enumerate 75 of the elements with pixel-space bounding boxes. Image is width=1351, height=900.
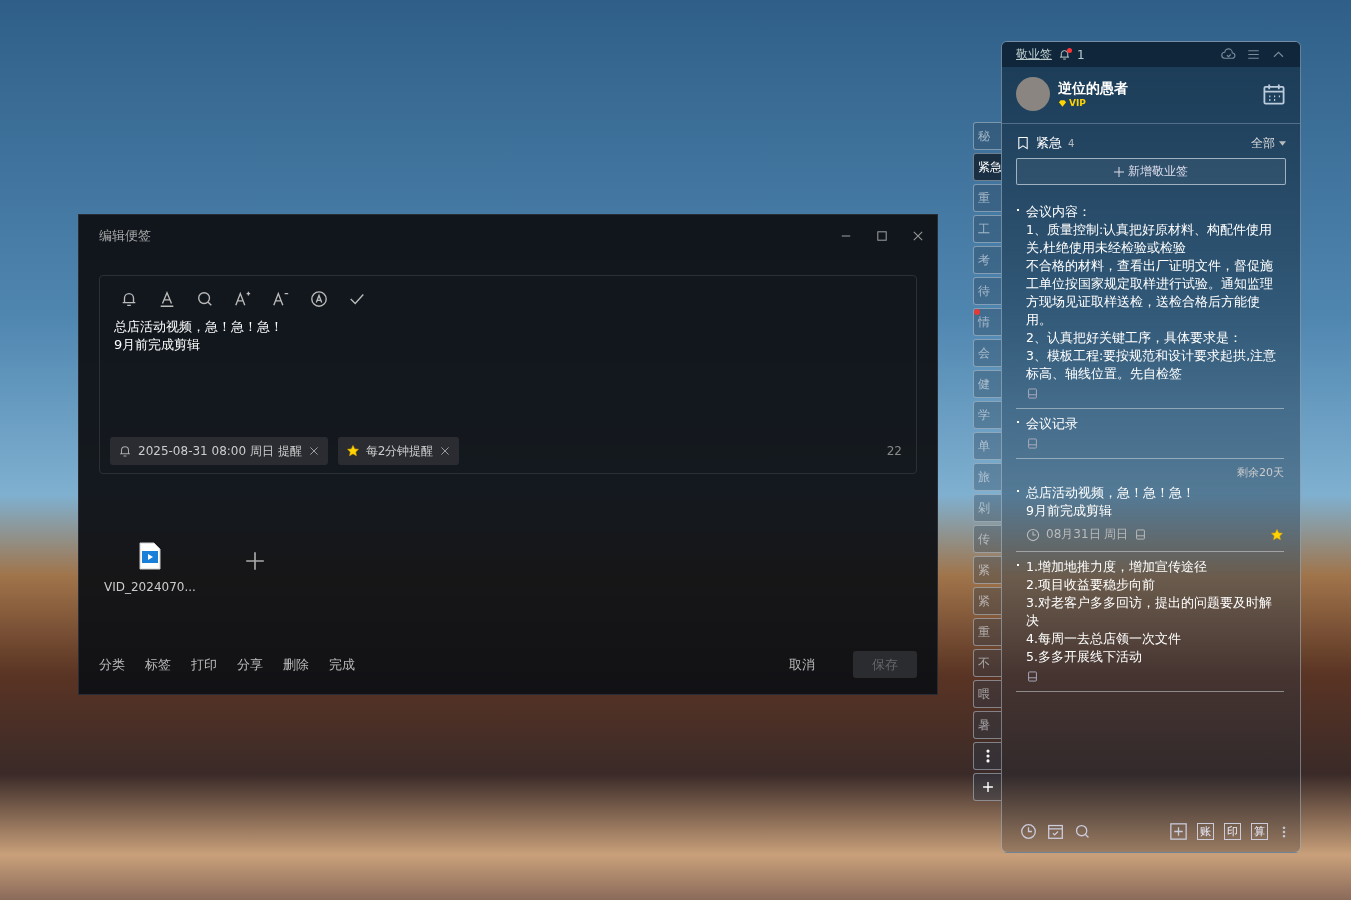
text-color-icon[interactable] xyxy=(158,290,176,308)
tool-button[interactable]: 算 xyxy=(1251,823,1268,840)
note-text[interactable]: 总店活动视频，急！急！急！ 9月前完成剪辑 xyxy=(1016,484,1284,520)
cancel-button[interactable]: 取消 xyxy=(789,655,815,674)
star-icon xyxy=(1270,527,1284,542)
star-icon xyxy=(345,444,360,458)
category-tab[interactable]: 工 xyxy=(973,215,1001,243)
action-link[interactable]: 分享 xyxy=(237,655,263,674)
calendar-check-icon[interactable] xyxy=(1047,823,1064,840)
note-text[interactable]: 会议记录 xyxy=(1016,415,1284,433)
category-tab[interactable]: 重 xyxy=(973,618,1001,646)
clock-icon xyxy=(1026,527,1040,542)
add-icon[interactable] xyxy=(980,780,995,794)
search-icon[interactable] xyxy=(196,290,214,308)
category-tab[interactable]: 传 xyxy=(973,525,1001,553)
note-text: 总店活动视频，急！急！急！ 9月前完成剪辑 xyxy=(114,318,284,354)
filter-dropdown[interactable]: 全部 xyxy=(1251,134,1286,152)
remove-icon[interactable] xyxy=(439,445,452,457)
close-icon[interactable] xyxy=(911,229,925,243)
clock-icon[interactable] xyxy=(1020,823,1037,840)
action-link[interactable]: 分类 xyxy=(99,655,125,674)
action-link[interactable]: 删除 xyxy=(283,655,309,674)
character-count: 22 xyxy=(886,444,902,458)
menu-icon[interactable] xyxy=(1246,47,1261,62)
font-decrease-icon[interactable] xyxy=(272,290,290,308)
action-link[interactable]: 标签 xyxy=(145,655,171,674)
circled-letter-icon[interactable] xyxy=(310,290,328,308)
category-tab[interactable]: 不 xyxy=(973,649,1001,677)
reminder-tag[interactable]: 2025-08-31 08:00 周日 提醒 xyxy=(110,437,328,465)
note-text[interactable]: 1.增加地推力度，增加宣传途径 2.项目收益要稳步向前 3.对老客户多多回访，提出的问题要及时解决 4.每周一去总店领一次文件 5.多多开展线下活动 xyxy=(1016,558,1284,666)
days-remaining: 剩余20天 xyxy=(1236,465,1284,480)
window-title: 编辑便签 xyxy=(99,227,152,245)
add-attachment-icon[interactable] xyxy=(243,550,266,572)
category-tab[interactable]: 重 xyxy=(973,184,1001,212)
cloud-sync-icon[interactable] xyxy=(1221,47,1236,62)
notification-count: 1 xyxy=(1077,47,1085,62)
category-tab[interactable]: 暑 xyxy=(973,711,1001,739)
tool-button[interactable]: 印 xyxy=(1224,823,1241,840)
maximize-icon[interactable] xyxy=(875,229,889,243)
category-name: 紧急 xyxy=(1036,134,1062,152)
repeat-reminder-tag[interactable]: 每2分钟提醒 xyxy=(337,437,460,465)
note-editor-field[interactable]: 总店活动视频，急！急！急！ 9月前完成剪辑 2025-08-31 08:00 周日 提醒 每2分钟提醒 22 xyxy=(99,275,917,474)
bell-icon[interactable] xyxy=(120,290,138,308)
font-increase-icon[interactable] xyxy=(234,290,252,308)
remove-icon[interactable] xyxy=(307,445,320,457)
bookmark-icon xyxy=(1016,136,1030,150)
new-note-button[interactable]: 新增敬业签 xyxy=(1016,158,1286,185)
note-text[interactable]: 会议内容： 1、质量控制:认真把好原材料、构配件使用关,杜绝使用未经检验或检验 不合格的材料，查看出厂证明文件，督促施工单位按国家规定取样进行试验。通知监理方现场见证取样送检，送检合格后方能使用。 2、认真把好关键工序，具体要求是： 3、模板工程:要按规范和设计要求起拱,注意标高、轴线位置。先自检签 xyxy=(1016,203,1284,383)
caret-icon xyxy=(1279,140,1286,146)
file-name: VID_2024070... xyxy=(104,580,196,594)
user-name: 逆位的愚者 xyxy=(1058,80,1128,98)
category-tab[interactable]: 紧急 xyxy=(973,153,1001,181)
video-file-icon[interactable] xyxy=(138,542,161,570)
app-name: 敬业签 xyxy=(1016,46,1052,63)
bell-icon[interactable] xyxy=(1058,48,1071,61)
note-count: 4 xyxy=(1068,137,1075,149)
category-tab[interactable]: 健 xyxy=(973,370,1001,398)
action-link[interactable]: 打印 xyxy=(191,655,217,674)
calendar-icon[interactable] xyxy=(1262,82,1286,106)
add-box-icon[interactable] xyxy=(1170,823,1187,840)
category-tab[interactable]: 紧 xyxy=(973,587,1001,615)
bell-icon xyxy=(118,444,132,458)
action-link[interactable]: 完成 xyxy=(329,655,355,674)
tool-button[interactable]: 账 xyxy=(1197,823,1214,840)
vip-label: VIP xyxy=(1069,98,1086,108)
category-tab[interactable]: 秘 xyxy=(973,122,1001,150)
plus-icon xyxy=(1114,166,1124,177)
diamond-icon xyxy=(1058,98,1067,108)
category-tab[interactable]: 待 xyxy=(973,277,1001,305)
reminder-date: 08月31日 周日 xyxy=(1046,526,1129,543)
category-tab[interactable]: 考 xyxy=(973,246,1001,274)
category-tab[interactable]: 会 xyxy=(973,339,1001,367)
category-tab[interactable]: 紧 xyxy=(973,556,1001,584)
category-tab[interactable]: 情 xyxy=(973,308,1001,336)
category-tab[interactable]: 喂 xyxy=(973,680,1001,708)
